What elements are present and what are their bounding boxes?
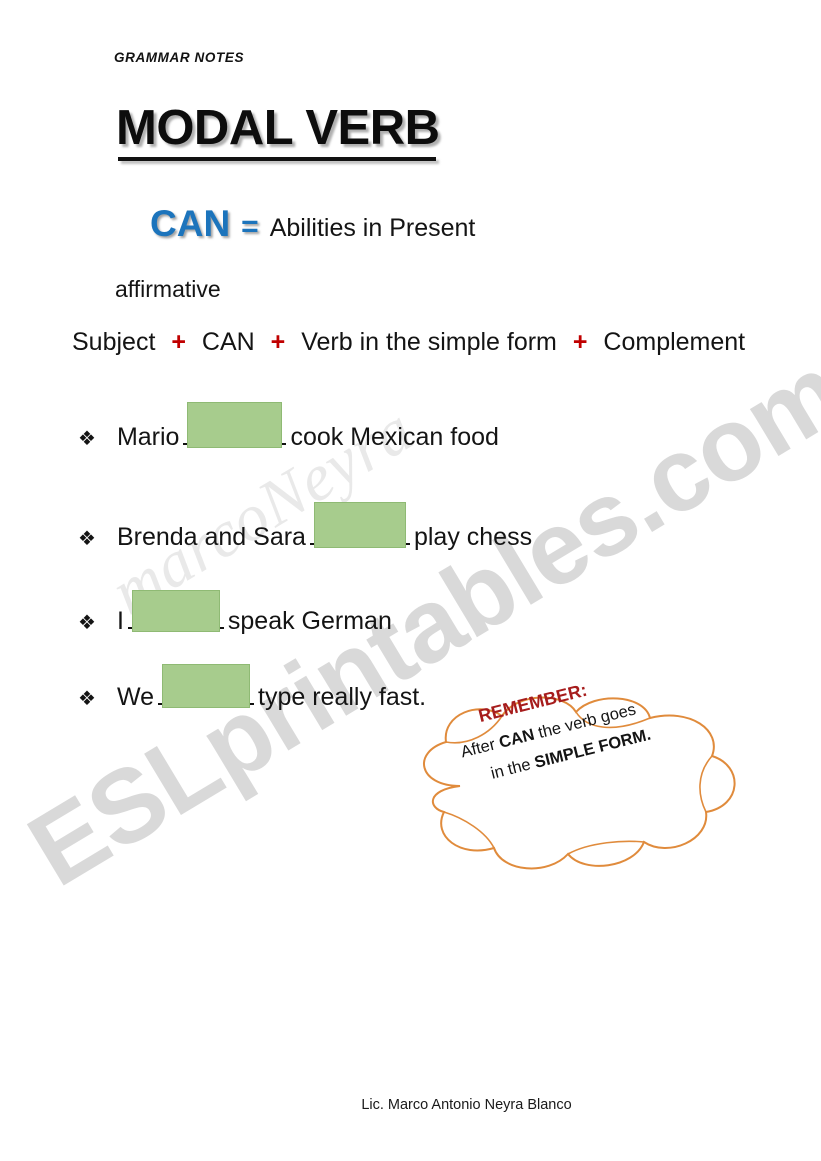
formula-part-subject: Subject — [72, 328, 156, 356]
formula-line: Subject + CAN + Verb in the simple form … — [72, 328, 745, 357]
green-answer-box[interactable] — [162, 664, 250, 709]
watermark-layer: marcoNeyra ESLprintables.com — [0, 0, 821, 1161]
green-answer-box[interactable] — [131, 590, 220, 633]
remember-line-2-a: in the — [489, 754, 538, 784]
modal-word: CAN — [150, 203, 231, 244]
formula-part-complement: Complement — [603, 328, 746, 356]
exercise-predicate: speak German — [227, 607, 392, 636]
exercise-predicate: cook Mexican food — [290, 423, 499, 452]
exercise-subject: We — [116, 683, 154, 712]
worksheet-page: marcoNeyra ESLprintables.com GRAMMAR NOT… — [0, 0, 821, 1161]
answer-blank[interactable] — [309, 502, 410, 552]
exercise-item: ❖ Brenda and Sara play chess — [78, 502, 533, 552]
diamond-bullet-icon: ❖ — [78, 428, 96, 451]
plus-icon: + — [270, 328, 286, 356]
green-answer-box[interactable] — [313, 502, 406, 549]
exercise-predicate: play chess — [413, 523, 533, 552]
form-label: affirmative — [115, 276, 221, 302]
author-credit: Lic. Marco Antonio Neyra Blanco — [361, 1097, 572, 1113]
remember-note: REMEMBER: After CAN the verb goes in the… — [398, 680, 756, 880]
plus-icon: + — [572, 328, 588, 356]
exercise-subject: I — [116, 607, 124, 636]
formula-part-verb: Verb in the simple form — [301, 328, 557, 356]
kicker-label: GRAMMAR NOTES — [114, 50, 245, 65]
definition-row: CAN = Abilities in Present — [150, 203, 475, 245]
exercise-subject: Brenda and Sara — [116, 523, 306, 552]
title-underline — [118, 157, 436, 161]
exercise-item: ❖ We type really fast. — [78, 664, 426, 712]
remember-line-1-a: After — [458, 734, 502, 762]
exercise-item: ❖ Ispeak German — [78, 590, 392, 636]
remember-line-1-can: CAN — [497, 725, 537, 752]
diamond-bullet-icon: ❖ — [78, 612, 96, 635]
exercise-subject: Mario — [116, 423, 180, 452]
answer-blank[interactable] — [158, 664, 254, 712]
page-title: MODAL VERB — [116, 101, 440, 155]
equals-icon: = — [241, 210, 259, 243]
modal-meaning: Abilities in Present — [269, 214, 476, 242]
plus-icon: + — [171, 328, 186, 356]
diamond-bullet-icon: ❖ — [78, 688, 96, 711]
answer-blank[interactable] — [127, 590, 224, 636]
diamond-bullet-icon: ❖ — [78, 528, 96, 551]
exercise-item: ❖ Mario cook Mexican food — [78, 402, 499, 452]
formula-part-can: CAN — [201, 328, 255, 356]
answer-blank[interactable] — [183, 402, 287, 452]
green-answer-box[interactable] — [187, 402, 283, 449]
